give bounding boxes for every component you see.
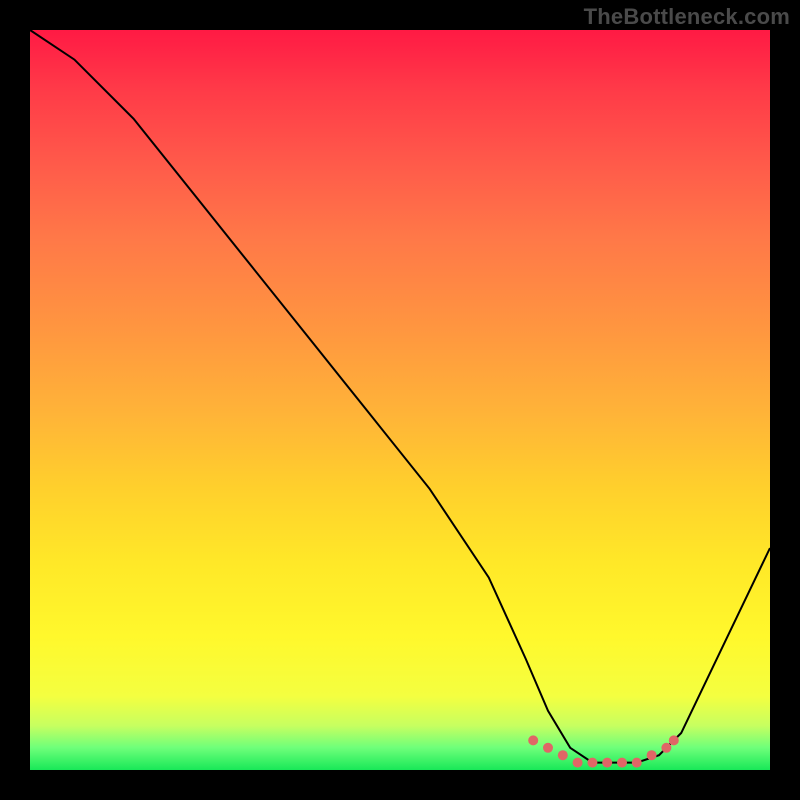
watermark-text: TheBottleneck.com <box>584 4 790 30</box>
valley-marker-dot <box>632 758 642 768</box>
valley-marker-dot <box>558 750 568 760</box>
valley-marker-dot <box>528 735 538 745</box>
valley-marker-dot <box>669 735 679 745</box>
valley-marker-dot <box>647 750 657 760</box>
valley-marker-dot <box>602 758 612 768</box>
valley-marker-dot <box>543 743 553 753</box>
plot-area <box>30 30 770 770</box>
valley-markers <box>528 735 679 767</box>
valley-marker-dot <box>587 758 597 768</box>
valley-marker-dot <box>617 758 627 768</box>
bottleneck-curve-line <box>30 30 770 763</box>
chart-container: TheBottleneck.com <box>0 0 800 800</box>
curve-svg <box>30 30 770 770</box>
valley-marker-dot <box>573 758 583 768</box>
valley-marker-dot <box>661 743 671 753</box>
